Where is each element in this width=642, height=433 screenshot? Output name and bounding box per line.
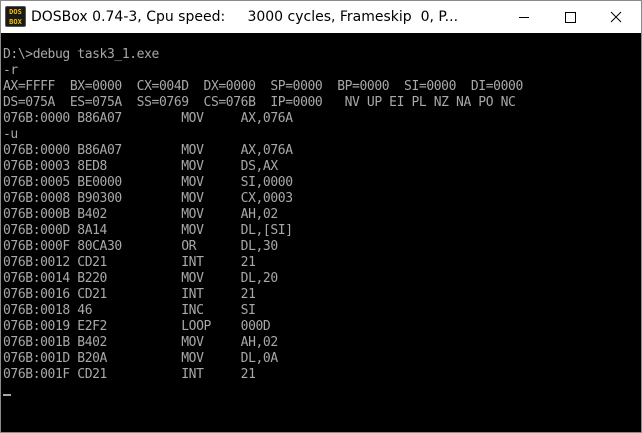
console-line: 076B:0005 BE0000 MOV SI,0000 xyxy=(3,175,293,190)
dosbox-window: DOS BOX DOSBox 0.74-3, Cpu speed: 3000 c… xyxy=(0,0,642,433)
console-line: 076B:001D B20A MOV DL,0A xyxy=(3,351,278,366)
dos-console[interactable]: D:\>debug task3_1.exe -r AX=FFFF BX=0000… xyxy=(1,33,641,432)
console-line: 076B:0014 B220 MOV DL,20 xyxy=(3,271,278,286)
console-line: 076B:0018 46 INC SI xyxy=(3,303,256,318)
console-line: D:\>debug task3_1.exe xyxy=(3,47,159,62)
console-line: 076B:001B B402 MOV AH,02 xyxy=(3,335,278,350)
app-icon-text-top: DOS xyxy=(9,8,22,16)
console-line: 076B:0000 B86A07 MOV AX,076A xyxy=(3,143,293,158)
console-line: DS=075A ES=075A SS=0769 CS=076B IP=0000 … xyxy=(3,95,516,110)
console-line: 076B:0016 CD21 INT 21 xyxy=(3,287,256,302)
title-bar[interactable]: DOS BOX DOSBox 0.74-3, Cpu speed: 3000 c… xyxy=(1,1,641,33)
close-icon xyxy=(610,11,622,23)
console-line: 076B:000F 80CA30 OR DL,30 xyxy=(3,239,278,254)
console-line: AX=FFFF BX=0000 CX=004D DX=0000 SP=0000 … xyxy=(3,79,523,94)
console-line: -r xyxy=(3,63,18,78)
console-line: 076B:001F CD21 INT 21 xyxy=(3,367,256,382)
maximize-icon xyxy=(565,12,576,23)
minimize-icon xyxy=(519,17,529,18)
console-line: 076B:000D 8A14 MOV DL,[SI] xyxy=(3,223,293,238)
minimize-button[interactable] xyxy=(501,1,547,33)
console-line: 076B:0003 8ED8 MOV DS,AX xyxy=(3,159,278,174)
console-line: 076B:0012 CD21 INT 21 xyxy=(3,255,256,270)
console-line: 076B:000B B402 MOV AH,02 xyxy=(3,207,278,222)
maximize-button[interactable] xyxy=(547,1,593,33)
console-line: 076B:0000 B86A07 MOV AX,076A xyxy=(3,111,293,126)
dosbox-app-icon[interactable]: DOS BOX xyxy=(5,6,26,27)
console-line: 076B:0008 B90300 MOV CX,0003 xyxy=(3,191,293,206)
console-line: 076B:0019 E2F2 LOOP 000D xyxy=(3,319,271,334)
console-line: -u xyxy=(3,127,18,142)
close-button[interactable] xyxy=(593,1,639,33)
window-title: DOSBox 0.74-3, Cpu speed: 3000 cycles, F… xyxy=(31,9,459,25)
app-icon-text-bottom: BOX xyxy=(9,18,22,26)
console-cursor xyxy=(3,394,11,396)
